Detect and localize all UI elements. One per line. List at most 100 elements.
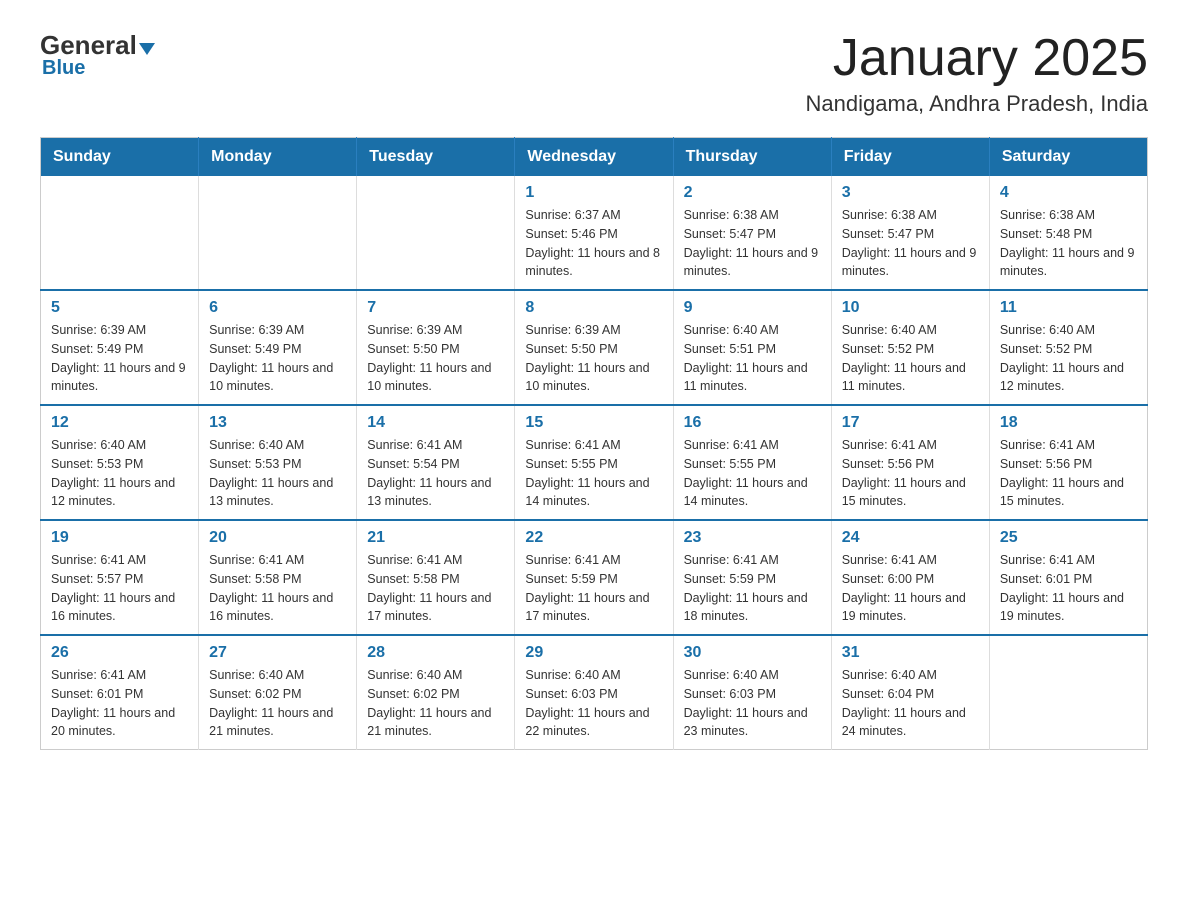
day-number: 4 (1000, 184, 1137, 202)
table-row: 27Sunrise: 6:40 AM Sunset: 6:02 PM Dayli… (199, 635, 357, 750)
day-info: Sunrise: 6:39 AM Sunset: 5:49 PM Dayligh… (51, 321, 188, 396)
day-number: 17 (842, 414, 979, 432)
header-sunday: Sunday (41, 138, 199, 177)
table-row (199, 176, 357, 290)
day-number: 9 (684, 299, 821, 317)
day-number: 19 (51, 529, 188, 547)
day-number: 21 (367, 529, 504, 547)
day-info: Sunrise: 6:41 AM Sunset: 5:58 PM Dayligh… (209, 551, 346, 626)
table-row: 25 Sunrise: 6:41 AM Sunset: 6:01 PM Dayli… (989, 520, 1147, 635)
location-title: Nandigama, Andhra Pradesh, India (806, 91, 1148, 117)
table-row: 26 Sunrise: 6:41 AM Sunset: 6:01 PM Dayli… (41, 635, 199, 750)
day-info: Sunrise: 6:38 AM Sunset: 5:48 PM Dayligh… (1000, 206, 1137, 281)
day-info: Sunrise: 6:41 AM Sunset: 5:59 PM Dayligh… (525, 551, 662, 626)
day-info: Sunrise: 6:40 AM Sunset: 6:02 PM Dayligh… (367, 666, 504, 741)
table-row: 7Sunrise: 6:39 AM Sunset: 5:50 PM Daylig… (357, 290, 515, 405)
day-number: 11 (1000, 299, 1137, 317)
day-number: 27 (209, 644, 346, 662)
day-info: Sunrise: 6:41 AM Sunset: 6:00 PM Dayligh… (842, 551, 979, 626)
day-number: 23 (684, 529, 821, 547)
table-row: 24 Sunrise: 6:41 AM Sunset: 6:00 PM Dayli… (831, 520, 989, 635)
logo-blue: Blue (40, 57, 85, 80)
table-row (989, 635, 1147, 750)
day-number: 26 (51, 644, 188, 662)
table-row: 19 Sunrise: 6:41 AM Sunset: 5:57 PM Dayli… (41, 520, 199, 635)
title-section: January 2025 Nandigama, Andhra Pradesh, … (806, 30, 1148, 117)
day-info: Sunrise: 6:41 AM Sunset: 5:57 PM Dayligh… (51, 551, 188, 626)
calendar-week-row: 12 Sunrise: 6:40 AM Sunset: 5:53 PM Dayli… (41, 405, 1148, 520)
table-row: 31Sunrise: 6:40 AM Sunset: 6:04 PM Dayli… (831, 635, 989, 750)
table-row: 1 Sunrise: 6:37 AM Sunset: 5:46 PM Daylig… (515, 176, 673, 290)
day-info: Sunrise: 6:38 AM Sunset: 5:47 PM Dayligh… (842, 206, 979, 281)
table-row: 2 Sunrise: 6:38 AM Sunset: 5:47 PM Daylig… (673, 176, 831, 290)
table-row: 4 Sunrise: 6:38 AM Sunset: 5:48 PM Daylig… (989, 176, 1147, 290)
day-info: Sunrise: 6:39 AM Sunset: 5:49 PM Dayligh… (209, 321, 346, 396)
day-number: 5 (51, 299, 188, 317)
day-info: Sunrise: 6:40 AM Sunset: 6:04 PM Dayligh… (842, 666, 979, 741)
day-number: 16 (684, 414, 821, 432)
day-info: Sunrise: 6:37 AM Sunset: 5:46 PM Dayligh… (525, 206, 662, 281)
day-number: 2 (684, 184, 821, 202)
day-number: 29 (525, 644, 662, 662)
day-info: Sunrise: 6:39 AM Sunset: 5:50 PM Dayligh… (525, 321, 662, 396)
table-row: 17Sunrise: 6:41 AM Sunset: 5:56 PM Dayli… (831, 405, 989, 520)
header-friday: Friday (831, 138, 989, 177)
calendar-week-row: 26 Sunrise: 6:41 AM Sunset: 6:01 PM Dayli… (41, 635, 1148, 750)
table-row: 29 Sunrise: 6:40 AM Sunset: 6:03 PM Dayli… (515, 635, 673, 750)
day-info: Sunrise: 6:40 AM Sunset: 5:53 PM Dayligh… (209, 436, 346, 511)
calendar-week-row: 1 Sunrise: 6:37 AM Sunset: 5:46 PM Daylig… (41, 176, 1148, 290)
table-row: 15Sunrise: 6:41 AM Sunset: 5:55 PM Dayli… (515, 405, 673, 520)
table-row: 14 Sunrise: 6:41 AM Sunset: 5:54 PM Dayli… (357, 405, 515, 520)
day-number: 1 (525, 184, 662, 202)
table-row: 9Sunrise: 6:40 AM Sunset: 5:51 PM Daylig… (673, 290, 831, 405)
header-wednesday: Wednesday (515, 138, 673, 177)
table-row (357, 176, 515, 290)
logo-triangle-icon (139, 43, 155, 55)
day-number: 15 (525, 414, 662, 432)
table-row: 8 Sunrise: 6:39 AM Sunset: 5:50 PM Daylig… (515, 290, 673, 405)
table-row: 20 Sunrise: 6:41 AM Sunset: 5:58 PM Dayli… (199, 520, 357, 635)
day-info: Sunrise: 6:40 AM Sunset: 5:52 PM Dayligh… (842, 321, 979, 396)
calendar-week-row: 19 Sunrise: 6:41 AM Sunset: 5:57 PM Dayli… (41, 520, 1148, 635)
day-info: Sunrise: 6:41 AM Sunset: 5:58 PM Dayligh… (367, 551, 504, 626)
day-info: Sunrise: 6:40 AM Sunset: 5:53 PM Dayligh… (51, 436, 188, 511)
header-tuesday: Tuesday (357, 138, 515, 177)
page-header: General Blue January 2025 Nandigama, And… (40, 30, 1148, 117)
table-row: 18Sunrise: 6:41 AM Sunset: 5:56 PM Dayli… (989, 405, 1147, 520)
day-number: 12 (51, 414, 188, 432)
table-row: 11Sunrise: 6:40 AM Sunset: 5:52 PM Dayli… (989, 290, 1147, 405)
day-info: Sunrise: 6:41 AM Sunset: 5:59 PM Dayligh… (684, 551, 821, 626)
day-info: Sunrise: 6:40 AM Sunset: 6:03 PM Dayligh… (684, 666, 821, 741)
table-row: 21 Sunrise: 6:41 AM Sunset: 5:58 PM Dayli… (357, 520, 515, 635)
day-number: 28 (367, 644, 504, 662)
table-row: 16 Sunrise: 6:41 AM Sunset: 5:55 PM Dayli… (673, 405, 831, 520)
header-thursday: Thursday (673, 138, 831, 177)
day-number: 3 (842, 184, 979, 202)
day-number: 6 (209, 299, 346, 317)
day-info: Sunrise: 6:41 AM Sunset: 6:01 PM Dayligh… (1000, 551, 1137, 626)
day-number: 8 (525, 299, 662, 317)
table-row: 12 Sunrise: 6:40 AM Sunset: 5:53 PM Dayli… (41, 405, 199, 520)
table-row: 13 Sunrise: 6:40 AM Sunset: 5:53 PM Dayli… (199, 405, 357, 520)
day-info: Sunrise: 6:41 AM Sunset: 6:01 PM Dayligh… (51, 666, 188, 741)
table-row: 10Sunrise: 6:40 AM Sunset: 5:52 PM Dayli… (831, 290, 989, 405)
day-number: 18 (1000, 414, 1137, 432)
month-title: January 2025 (806, 30, 1148, 87)
day-number: 24 (842, 529, 979, 547)
day-number: 13 (209, 414, 346, 432)
day-info: Sunrise: 6:41 AM Sunset: 5:54 PM Dayligh… (367, 436, 504, 511)
calendar-header-row: Sunday Monday Tuesday Wednesday Thursday… (41, 138, 1148, 177)
day-info: Sunrise: 6:41 AM Sunset: 5:55 PM Dayligh… (684, 436, 821, 511)
calendar-table: Sunday Monday Tuesday Wednesday Thursday… (40, 137, 1148, 750)
day-number: 20 (209, 529, 346, 547)
table-row: 28 Sunrise: 6:40 AM Sunset: 6:02 PM Dayli… (357, 635, 515, 750)
calendar-week-row: 5 Sunrise: 6:39 AM Sunset: 5:49 PM Daylig… (41, 290, 1148, 405)
table-row: 23 Sunrise: 6:41 AM Sunset: 5:59 PM Dayli… (673, 520, 831, 635)
table-row: 3 Sunrise: 6:38 AM Sunset: 5:47 PM Daylig… (831, 176, 989, 290)
day-info: Sunrise: 6:38 AM Sunset: 5:47 PM Dayligh… (684, 206, 821, 281)
header-monday: Monday (199, 138, 357, 177)
day-info: Sunrise: 6:40 AM Sunset: 6:03 PM Dayligh… (525, 666, 662, 741)
day-number: 30 (684, 644, 821, 662)
day-number: 14 (367, 414, 504, 432)
day-number: 25 (1000, 529, 1137, 547)
